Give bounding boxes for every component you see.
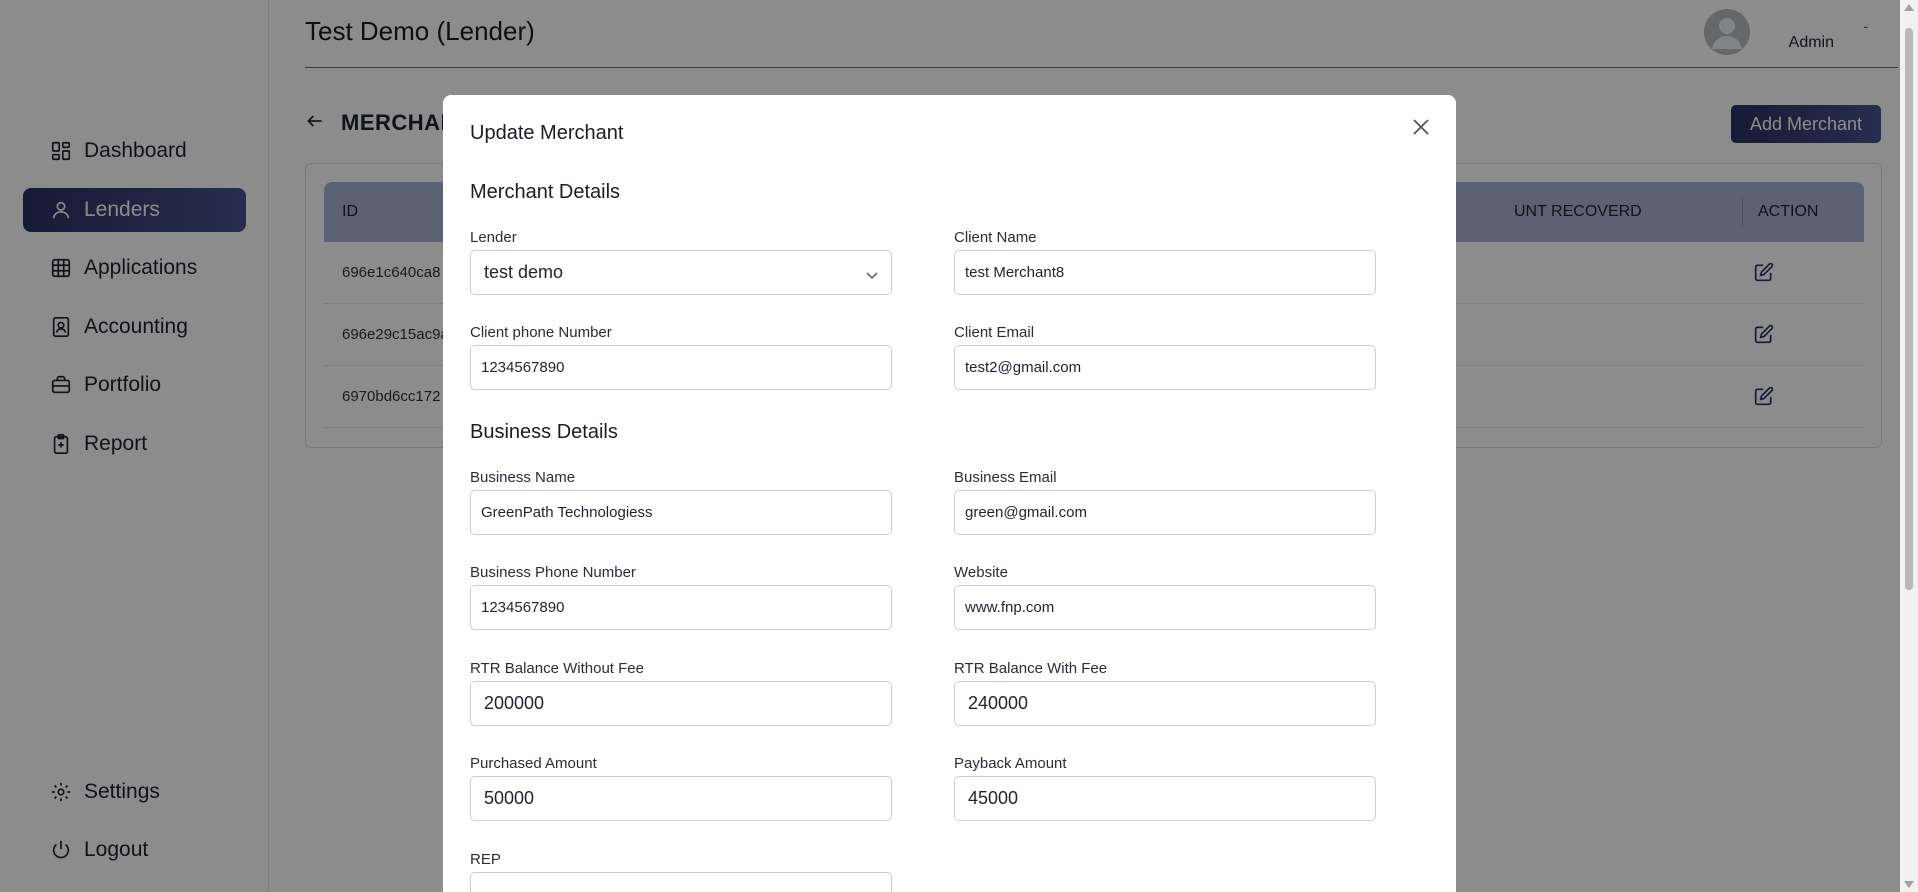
business-phone-label: Business Phone Number xyxy=(470,564,636,581)
rtr-without-fee-label: RTR Balance Without Fee xyxy=(470,660,644,677)
business-name-input[interactable] xyxy=(470,490,892,535)
scroll-down-arrow-icon[interactable] xyxy=(1904,881,1914,888)
website-label: Website xyxy=(954,564,1008,581)
business-phone-input[interactable] xyxy=(470,585,892,630)
purchased-amount-input[interactable] xyxy=(470,776,892,821)
payback-amount-input[interactable] xyxy=(954,776,1376,821)
page-scrollbar[interactable] xyxy=(1900,0,1918,892)
lender-selected-value: test demo xyxy=(484,262,564,282)
chevron-down-icon xyxy=(865,266,879,280)
rtr-with-fee-label: RTR Balance With Fee xyxy=(954,660,1108,677)
business-email-label: Business Email xyxy=(954,469,1057,486)
merchant-details-heading: Merchant Details xyxy=(470,181,621,203)
business-details-heading: Business Details xyxy=(470,421,618,443)
scroll-up-arrow-icon[interactable] xyxy=(1904,4,1914,11)
lender-label: Lender xyxy=(470,229,517,246)
business-name-label: Business Name xyxy=(470,469,576,486)
website-input[interactable] xyxy=(954,585,1376,630)
client-name-label: Client Name xyxy=(954,229,1037,246)
scroll-thumb[interactable] xyxy=(1905,28,1913,590)
client-email-input[interactable] xyxy=(954,345,1376,390)
client-phone-input[interactable] xyxy=(470,345,892,390)
close-button[interactable] xyxy=(1408,115,1434,141)
rep-input[interactable] xyxy=(470,872,892,892)
client-name-input[interactable] xyxy=(954,250,1376,295)
close-icon xyxy=(1413,118,1429,135)
purchased-amount-label: Purchased Amount xyxy=(470,755,597,772)
payback-amount-label: Payback Amount xyxy=(954,755,1067,772)
client-phone-label: Client phone Number xyxy=(470,324,612,341)
update-merchant-modal: Update Merchant Merchant Details Lender … xyxy=(443,95,1456,892)
rtr-without-fee-input[interactable] xyxy=(470,681,892,726)
rep-label: REP xyxy=(470,851,501,868)
modal-title: Update Merchant xyxy=(470,122,624,144)
business-email-input[interactable] xyxy=(954,490,1376,535)
client-email-label: Client Email xyxy=(954,324,1035,341)
lender-select[interactable]: test demo xyxy=(470,250,892,295)
rtr-with-fee-input[interactable] xyxy=(954,681,1376,726)
